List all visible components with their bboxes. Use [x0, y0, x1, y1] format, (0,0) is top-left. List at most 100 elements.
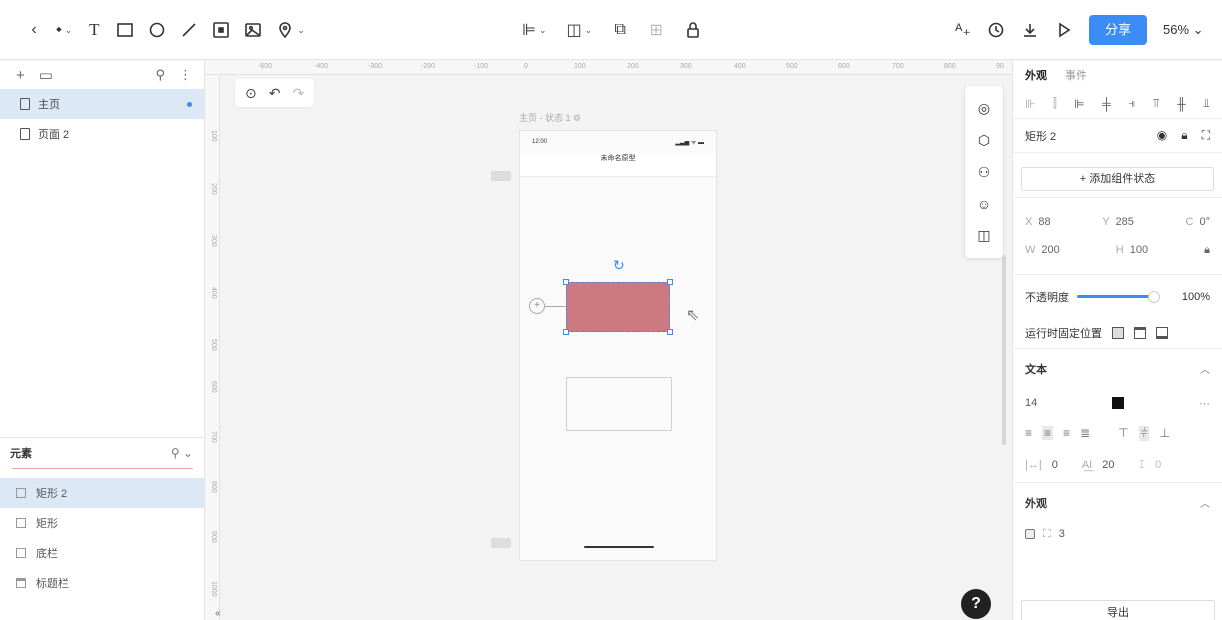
phone-frame[interactable]: 12:00 ▂▃▅ ᯤ ▬ 未命名原型 ↻ + [519, 130, 717, 561]
back-icon[interactable]: ‹ [26, 18, 42, 42]
ellipse-tool-icon[interactable] [148, 18, 166, 42]
line-height-field[interactable]: 20 [1102, 459, 1114, 471]
play-icon[interactable] [1055, 18, 1073, 42]
align-right-icon[interactable]: ⫣ [1128, 96, 1135, 111]
collaborate-icon[interactable]: ᴬ₊ [955, 18, 971, 42]
line-tool-icon[interactable] [180, 18, 198, 42]
share-button[interactable]: 分享 [1089, 15, 1148, 45]
image-tool-icon[interactable] [244, 18, 262, 42]
add-page-icon[interactable]: + [16, 67, 25, 84]
text-justify-icon[interactable]: ≣ [1080, 426, 1090, 440]
more-icon[interactable]: ⋮ [179, 67, 192, 83]
valign-top-icon[interactable]: ⊤ [1118, 426, 1128, 440]
lock-icon[interactable] [684, 18, 702, 42]
redo-icon[interactable]: ↷ [292, 85, 304, 102]
undo-icon[interactable]: ↶ [269, 85, 281, 102]
rectangle-tool-icon[interactable] [116, 18, 134, 42]
select-tool-icon[interactable]: ⬩ ⌄ [56, 18, 72, 42]
download-icon[interactable] [1021, 18, 1039, 42]
tab-events[interactable]: 事件 [1065, 67, 1087, 83]
component-name[interactable]: 矩形 2 [1025, 128, 1056, 144]
page-item-home[interactable]: 主页 [0, 89, 204, 119]
fix-top-icon[interactable] [1134, 327, 1146, 339]
interaction-add-icon[interactable]: + [529, 298, 545, 314]
element-item-rect[interactable]: 矩形 [0, 508, 205, 538]
more-icon[interactable]: ⋯ [1199, 397, 1210, 410]
phone-title-bar[interactable]: 未命名原型 [520, 153, 716, 177]
cube-icon[interactable]: ⬡ [978, 132, 990, 149]
rotation-field[interactable]: 0° [1199, 216, 1210, 228]
text-color-swatch[interactable] [1112, 397, 1125, 409]
align-left-icon[interactable]: ⊫ ⌄ [522, 18, 546, 42]
opacity-slider[interactable] [1077, 291, 1160, 303]
y-field[interactable]: 285 [1116, 216, 1134, 228]
resize-handle[interactable] [563, 279, 569, 285]
text-align-right-icon[interactable]: ≡ [1063, 426, 1070, 440]
fix-none-icon[interactable] [1112, 327, 1124, 339]
align-left-icon[interactable]: ⊪ [1025, 97, 1035, 111]
resize-handle[interactable] [667, 279, 673, 285]
fix-bottom-icon[interactable] [1156, 327, 1168, 339]
export-button[interactable]: 导出 [1021, 600, 1215, 620]
text-align-center-icon[interactable]: ≡ [1042, 426, 1054, 440]
letter-spacing-field[interactable]: 0 [1052, 459, 1058, 471]
rectangle[interactable] [566, 377, 672, 431]
target-icon[interactable]: ◎ [978, 100, 990, 117]
text-align-left-icon[interactable]: ≡ [1025, 426, 1032, 440]
valign-middle-icon[interactable]: ⫩ [1138, 425, 1150, 441]
canvas-scrollbar[interactable] [1002, 255, 1006, 445]
text-section-header[interactable]: 文本 ︿ [1013, 348, 1222, 388]
font-size-field[interactable]: 14 [1025, 397, 1037, 409]
width-field[interactable]: 200 [1041, 244, 1059, 256]
layout-icon[interactable]: ◫ [977, 227, 990, 244]
ungroup-icon[interactable]: ⊞ [648, 18, 664, 42]
radius-corners-icon[interactable]: ⛶ [1043, 528, 1051, 541]
help-button[interactable]: ? [961, 589, 991, 619]
add-state-button[interactable]: + 添加组件状态 [1021, 167, 1214, 191]
x-field[interactable]: 88 [1038, 216, 1050, 228]
design-canvas[interactable]: ⊙ ↶ ↷ 主页 - 状态 1 ⚙ 12:00 ▂▃▅ ᯤ ▬ 未命名原型 ↻ … [221, 75, 1011, 620]
ratio-lock-icon[interactable]: 🔒︎ [1204, 244, 1210, 257]
group-icon[interactable]: ⧉ [612, 18, 628, 42]
folder-icon[interactable]: ▭ [39, 66, 53, 84]
align-center-icon[interactable]: ╪ [1102, 97, 1111, 111]
search-icon[interactable]: ⚲ [155, 67, 165, 83]
collapse-icon[interactable]: « [215, 608, 221, 619]
element-item-rect2[interactable]: 矩形 2 [0, 478, 205, 508]
eye-icon[interactable]: ◉ [1157, 128, 1167, 143]
page-item-2[interactable]: 页面 2 [0, 119, 204, 149]
emoji-icon[interactable]: ☺ [977, 196, 991, 212]
align-top-icon[interactable]: ⫪ [1153, 96, 1160, 111]
valign-bottom-icon[interactable]: ⊥ [1159, 426, 1169, 440]
elements-search-icon[interactable]: ⚲ ⌄ [171, 446, 193, 460]
chevron-up-icon[interactable]: ︿ [1200, 361, 1210, 376]
selected-rectangle[interactable] [563, 279, 673, 335]
align-hcenter-icon[interactable]: ⫿ [1053, 96, 1057, 111]
element-item-bottombar[interactable]: 底栏 [0, 538, 205, 568]
tab-appearance[interactable]: 外观 [1025, 67, 1047, 83]
user-icon[interactable]: ⚇ [978, 164, 991, 181]
opacity-value[interactable]: 100% [1182, 291, 1210, 303]
align-left-edge-icon[interactable]: ⊫ [1074, 97, 1084, 111]
resize-handle[interactable] [563, 329, 569, 335]
zoom-select[interactable]: 56% ⌄ [1163, 22, 1204, 38]
height-field[interactable]: 100 [1130, 244, 1148, 256]
resize-handle[interactable] [667, 329, 673, 335]
target-icon[interactable]: ⊙ [245, 85, 257, 102]
history-icon[interactable] [987, 18, 1005, 42]
radius-all-icon[interactable] [1025, 529, 1035, 539]
text-tool-icon[interactable]: T [86, 18, 102, 42]
rotate-icon[interactable]: ↻ [613, 257, 625, 274]
component-tool-icon[interactable] [212, 18, 230, 42]
align-bottom-icon[interactable]: ⫫ [1203, 96, 1210, 111]
radius-field[interactable]: 3 [1059, 528, 1065, 540]
align-middle-icon[interactable]: ╫ [1177, 97, 1186, 111]
element-item-titlebar[interactable]: 标题栏 [0, 568, 205, 598]
expand-icon[interactable]: ⛶ [1202, 128, 1210, 143]
appearance-section-header[interactable]: 外观 ︿ [1013, 482, 1222, 522]
lock-icon[interactable]: 🔒︎ [1181, 128, 1187, 143]
location-pin-icon[interactable]: ⌄ [276, 18, 305, 42]
chevron-up-icon[interactable]: ︿ [1200, 495, 1210, 510]
distribute-icon[interactable]: ◫ ⌄ [566, 18, 592, 42]
paragraph-spacing-field[interactable]: 0 [1155, 459, 1161, 471]
